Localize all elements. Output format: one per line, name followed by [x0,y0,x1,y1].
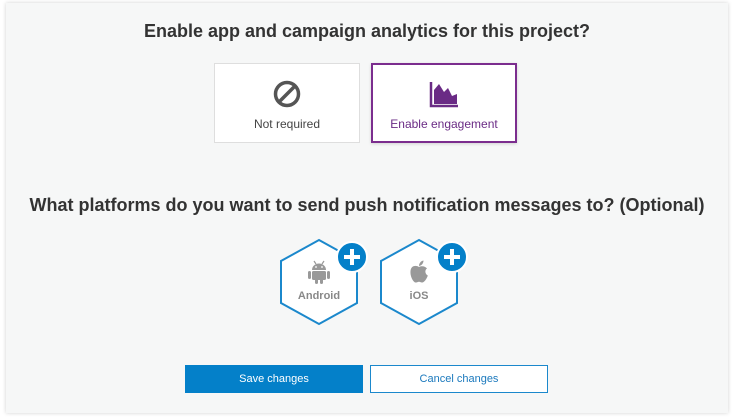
save-changes-button[interactable]: Save changes [185,365,363,393]
android-icon [308,260,330,284]
plus-icon[interactable] [336,241,368,273]
platform-label: iOS [409,290,429,302]
option-not-required[interactable]: Not required [214,63,360,143]
option-label: Enable engagement [390,117,498,131]
analytics-question-heading: Enable app and campaign analytics for th… [143,21,591,41]
cancel-changes-button[interactable]: Cancel changes [370,365,548,393]
area-chart-icon [429,82,458,108]
platform-android[interactable]: Android [276,237,368,327]
option-enable-engagement[interactable]: Enable engagement [371,63,517,143]
platform-label: Android [297,290,341,302]
prohibited-icon [273,80,301,108]
option-label: Not required [253,117,321,131]
platform-ios[interactable]: iOS [376,237,468,327]
analytics-setup-panel: Enable app and campaign analytics for th… [6,3,728,413]
apple-icon [410,260,428,283]
platforms-question-heading: What platforms do you want to send push … [29,195,705,215]
plus-icon[interactable] [436,241,468,273]
